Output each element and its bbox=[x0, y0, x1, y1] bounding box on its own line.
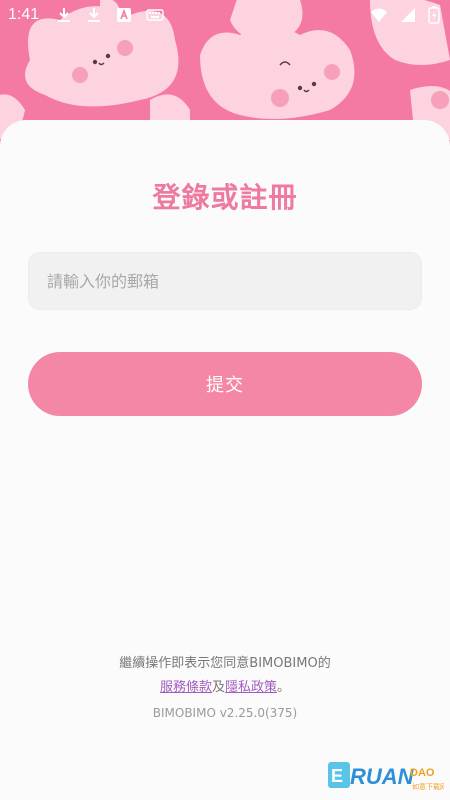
privacy-policy-link[interactable]: 隱私政策 bbox=[225, 680, 277, 695]
watermark-logo: E RUAN DAO 如意下载网 bbox=[328, 762, 444, 791]
wifi-icon bbox=[371, 8, 387, 22]
notification-icons bbox=[56, 6, 164, 24]
text-a-icon bbox=[117, 8, 131, 22]
download-icon bbox=[88, 8, 100, 22]
svg-text:DAO: DAO bbox=[410, 767, 435, 779]
svg-text:RUAN: RUAN bbox=[350, 764, 415, 789]
agreement-links: 服務條款及隱私政策。 bbox=[0, 676, 450, 695]
svg-text:E: E bbox=[331, 766, 343, 786]
terms-of-service-link[interactable]: 服務條款 bbox=[160, 680, 212, 695]
system-icons bbox=[370, 6, 440, 24]
keyboard-icon bbox=[146, 9, 164, 21]
app-version: BIMOBIMO v2.25.0(375) bbox=[152, 706, 298, 720]
download-icon bbox=[58, 8, 70, 22]
battery-charging-icon bbox=[428, 6, 440, 24]
signal-icon bbox=[401, 8, 415, 22]
login-card: 登錄或註冊 提交 繼續操作即表示您同意BIMOBIMO的 服務條款及隱私政策。 … bbox=[0, 120, 450, 800]
submit-button[interactable]: 提交 bbox=[28, 352, 422, 416]
status-bar: 1:41 bbox=[0, 0, 450, 32]
agreement-text: 繼續操作即表示您同意BIMOBIMO的 bbox=[119, 656, 331, 671]
svg-text:如意下载网: 如意下载网 bbox=[412, 782, 444, 791]
and-text: 及 bbox=[211, 680, 225, 695]
page-title: 登錄或註冊 bbox=[152, 181, 298, 214]
status-time: 1:41 bbox=[8, 6, 40, 23]
period-text: 。 bbox=[277, 680, 291, 695]
email-input[interactable] bbox=[28, 252, 422, 310]
